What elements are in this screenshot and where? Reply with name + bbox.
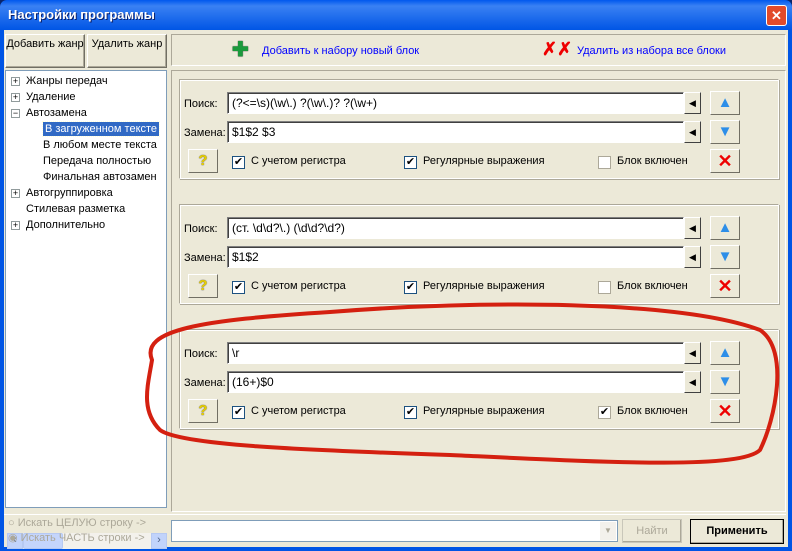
- red-annotation-ellipse: [145, 302, 780, 465]
